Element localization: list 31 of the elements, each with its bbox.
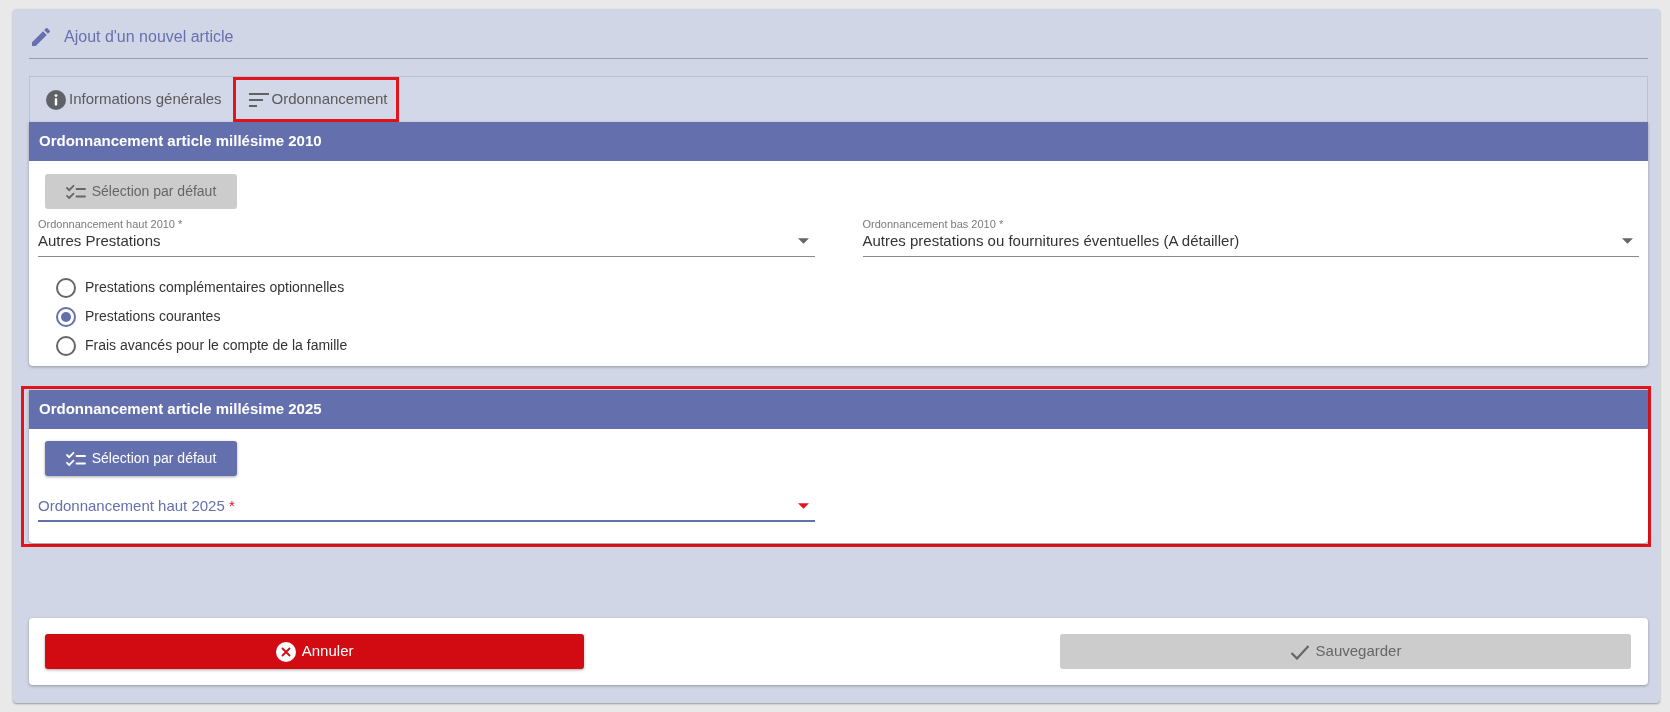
info-icon <box>46 89 66 110</box>
dropdown-field[interactable]: Ordonnancement bas 2010 * Autres prestations ou fournitures éventuelles (A détailler) <box>862 216 1639 257</box>
caret-icon <box>797 238 809 244</box>
dropdown-field[interactable]: Ordonnancement haut 2025 * <box>38 481 815 522</box>
field-label: Ordonnancement haut 2025 * <box>38 496 235 516</box>
check-icon <box>1289 643 1310 660</box>
field-value: Autres Prestations <box>38 231 161 251</box>
tab[interactable]: Informations générales <box>30 77 233 122</box>
field-value: Autres prestations ou fournitures éventuelles (A détailler) <box>862 231 1240 251</box>
field-label: Ordonnancement haut 2010 * <box>38 217 184 231</box>
caret-icon <box>1622 238 1633 244</box>
dropdown-field[interactable]: Ordonnancement haut 2010 * Autres Prestations <box>38 216 815 257</box>
tab[interactable]: Ordonnancement <box>232 77 399 122</box>
close-icon <box>275 641 296 662</box>
radio-label: Prestations courantes <box>85 307 221 326</box>
section-header: Ordonnancement article millésime 2010 <box>29 122 1648 161</box>
checklist-icon <box>65 450 86 467</box>
checklist-icon <box>65 183 86 200</box>
radio-button[interactable] <box>56 306 76 327</box>
caret-icon <box>797 503 809 509</box>
cancel-button[interactable]: Annuler <box>45 634 585 669</box>
default-selection-button[interactable]: Sélection par défaut <box>45 441 237 476</box>
field-label: Ordonnancement bas 2010 * <box>862 217 1005 231</box>
pencil-icon <box>32 28 50 46</box>
section-header: Ordonnancement article millésime 2025 <box>29 390 1648 429</box>
radio-label: Prestations complémentaires optionnelles <box>85 278 345 297</box>
radio-button[interactable] <box>56 335 76 356</box>
radio-label: Frais avancés pour le compte de la famille <box>85 336 348 355</box>
page-title: Ajout d'un nouvel article <box>64 27 234 47</box>
lines-icon <box>248 92 269 107</box>
radio-button[interactable] <box>56 277 76 298</box>
